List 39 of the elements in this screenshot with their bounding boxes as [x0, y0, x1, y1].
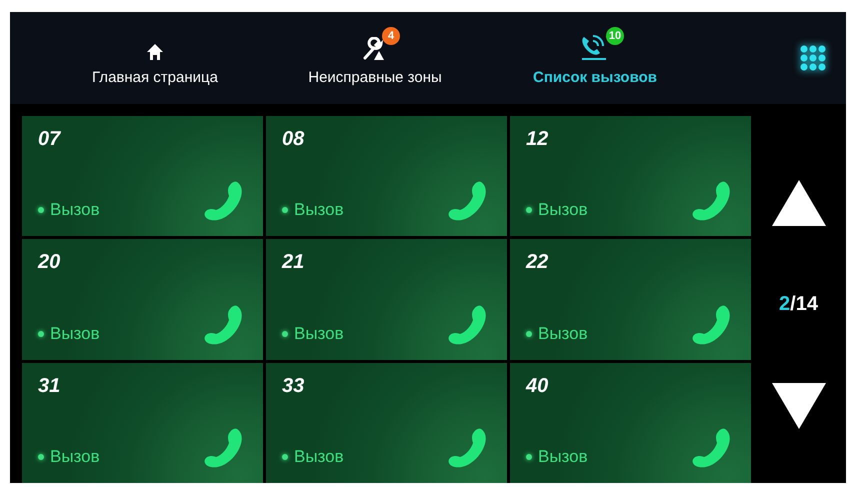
up-triangle-icon: [772, 180, 826, 226]
call-status: Вызов: [282, 324, 344, 344]
apps-menu-button[interactable]: [800, 45, 826, 71]
zone-number: 07: [38, 128, 60, 151]
call-card[interactable]: 33 Вызов: [266, 362, 507, 483]
zone-number: 33: [282, 374, 304, 398]
call-card[interactable]: 21 Вызов: [266, 239, 507, 360]
call-card[interactable]: 40 Вызов: [510, 362, 751, 483]
call-status: Вызов: [282, 447, 344, 467]
call-status: Вызов: [38, 324, 100, 344]
call-status: Вызов: [526, 447, 588, 467]
call-status: Вызов: [526, 324, 588, 344]
zone-number: 31: [38, 374, 60, 398]
zone-number: 21: [282, 251, 304, 274]
call-card[interactable]: 08 Вызов: [266, 116, 507, 236]
zone-number: 22: [526, 251, 548, 274]
nav-tab[interactable]: Главная страница: [50, 30, 260, 86]
dots-grid-icon: [800, 45, 826, 71]
total-pages: /14: [790, 292, 818, 316]
call-card[interactable]: 22 Вызов: [510, 239, 751, 360]
page-down-button[interactable]: [772, 383, 826, 430]
call-card[interactable]: 31 Вызов: [22, 362, 263, 483]
zone-number: 40: [526, 374, 548, 398]
page-up-button[interactable]: [772, 180, 826, 226]
current-page: 2: [779, 292, 790, 316]
call-card[interactable]: 12 Вызов: [510, 116, 751, 236]
count-badge: 4: [382, 26, 400, 44]
zone-number: 20: [38, 251, 60, 274]
home-icon: [146, 42, 164, 60]
call-status: Вызов: [38, 200, 100, 220]
zone-number: 12: [526, 128, 548, 151]
count-badge: 10: [606, 26, 624, 44]
call-card[interactable]: 20 Вызов: [22, 239, 263, 360]
call-status: Вызов: [282, 200, 344, 220]
zone-number: 08: [282, 128, 304, 151]
call-card[interactable]: 07 Вызов: [22, 116, 263, 236]
call-status: Вызов: [38, 447, 100, 467]
call-status: Вызов: [526, 200, 588, 220]
down-triangle-icon: [772, 383, 826, 430]
